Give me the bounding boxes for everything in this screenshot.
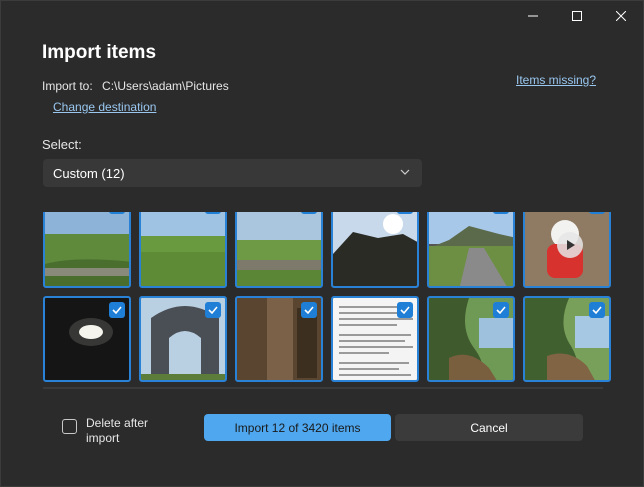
thumbnail[interactable]: [523, 296, 611, 382]
thumbnail[interactable]: [523, 212, 611, 288]
maximize-button[interactable]: [555, 1, 599, 31]
selection-dropdown[interactable]: Custom (12): [43, 159, 422, 187]
checked-icon: [589, 212, 605, 214]
checked-icon: [109, 302, 125, 318]
select-label: Select:: [42, 137, 82, 152]
thumbnail[interactable]: [139, 212, 227, 288]
selection-value: Custom (12): [53, 165, 125, 181]
import-to-label: Import to:: [42, 79, 93, 93]
checked-icon: [109, 212, 125, 214]
delete-after-import-checkbox[interactable]: [62, 419, 77, 434]
thumbnail[interactable]: [235, 296, 323, 382]
delete-after-import-label: Delete after import: [86, 416, 149, 445]
thumbnail[interactable]: [331, 212, 419, 288]
checked-icon: [397, 212, 413, 214]
delete-after-import-option[interactable]: Delete after import: [62, 416, 158, 446]
import-path: C:\Users\adam\Pictures: [102, 79, 229, 93]
checked-icon: [493, 302, 509, 318]
thumbnail[interactable]: [427, 296, 515, 382]
thumbnail-grid[interactable]: [41, 212, 613, 388]
maximize-icon: [572, 11, 582, 21]
thumbnail[interactable]: [43, 296, 131, 382]
import-button[interactable]: Import 12 of 3420 items: [204, 414, 391, 441]
caption-buttons: [511, 1, 643, 31]
items-missing-link[interactable]: Items missing?: [516, 73, 596, 87]
video-play-icon: [557, 232, 583, 258]
checked-icon: [589, 302, 605, 318]
checked-icon: [301, 302, 317, 318]
thumbnail[interactable]: [427, 212, 515, 288]
minimize-button[interactable]: [511, 1, 555, 31]
checked-icon: [205, 212, 221, 214]
checked-icon: [205, 302, 221, 318]
checked-icon: [493, 212, 509, 214]
close-button[interactable]: [599, 1, 643, 31]
import-destination: Import to: C:\Users\adam\Pictures: [42, 79, 229, 93]
close-icon: [616, 11, 626, 21]
import-dialog: Import items Import to: C:\Users\adam\Pi…: [0, 0, 644, 487]
checked-icon: [397, 302, 413, 318]
chevron-down-icon: [400, 169, 410, 175]
minimize-icon: [528, 15, 538, 17]
checked-icon: [301, 212, 317, 214]
dialog-title: Import items: [42, 42, 157, 63]
change-destination-link[interactable]: Change destination: [53, 100, 156, 114]
thumbnail[interactable]: [139, 296, 227, 382]
thumbnail[interactable]: [43, 212, 131, 288]
grid-scrollbar[interactable]: [43, 387, 603, 389]
thumbnail[interactable]: [235, 212, 323, 288]
cancel-button[interactable]: Cancel: [395, 414, 583, 441]
thumbnail[interactable]: [331, 296, 419, 382]
